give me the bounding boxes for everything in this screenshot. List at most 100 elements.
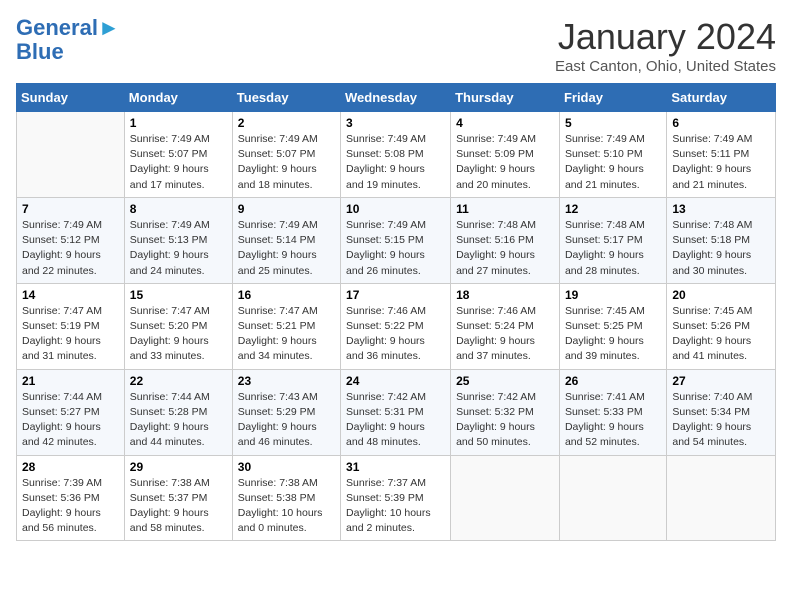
- daylight: Daylight: 9 hours and 36 minutes.: [346, 335, 425, 362]
- logo-text-blue: Blue: [16, 39, 64, 64]
- day-info: Sunrise: 7:40 AM Sunset: 5:34 PM Dayligh…: [672, 390, 770, 451]
- sunset: Sunset: 5:27 PM: [22, 406, 100, 418]
- cell-4-3: 23 Sunrise: 7:43 AM Sunset: 5:29 PM Dayl…: [232, 369, 340, 455]
- day-info: Sunrise: 7:46 AM Sunset: 5:24 PM Dayligh…: [456, 304, 554, 365]
- cell-1-5: 4 Sunrise: 7:49 AM Sunset: 5:09 PM Dayli…: [451, 112, 560, 198]
- day-number: 16: [238, 288, 335, 302]
- sunrise: Sunrise: 7:49 AM: [672, 133, 752, 145]
- sunrise: Sunrise: 7:42 AM: [346, 391, 426, 403]
- day-info: Sunrise: 7:38 AM Sunset: 5:38 PM Dayligh…: [238, 476, 335, 537]
- daylight: Daylight: 9 hours and 54 minutes.: [672, 421, 751, 448]
- daylight: Daylight: 9 hours and 19 minutes.: [346, 163, 425, 190]
- daylight: Daylight: 9 hours and 24 minutes.: [130, 249, 209, 276]
- day-number: 27: [672, 374, 770, 388]
- day-number: 21: [22, 374, 119, 388]
- col-monday: Monday: [124, 84, 232, 112]
- sunset: Sunset: 5:39 PM: [346, 492, 424, 504]
- sunset: Sunset: 5:38 PM: [238, 492, 316, 504]
- cell-2-3: 9 Sunrise: 7:49 AM Sunset: 5:14 PM Dayli…: [232, 197, 340, 283]
- sunrise: Sunrise: 7:49 AM: [238, 219, 318, 231]
- day-number: 19: [565, 288, 661, 302]
- day-info: Sunrise: 7:47 AM Sunset: 5:19 PM Dayligh…: [22, 304, 119, 365]
- sunset: Sunset: 5:11 PM: [672, 148, 749, 160]
- sunset: Sunset: 5:13 PM: [130, 234, 208, 246]
- day-number: 15: [130, 288, 227, 302]
- cell-2-2: 8 Sunrise: 7:49 AM Sunset: 5:13 PM Dayli…: [124, 197, 232, 283]
- daylight: Daylight: 9 hours and 33 minutes.: [130, 335, 209, 362]
- day-number: 28: [22, 460, 119, 474]
- day-number: 4: [456, 116, 554, 130]
- sunset: Sunset: 5:28 PM: [130, 406, 208, 418]
- day-info: Sunrise: 7:49 AM Sunset: 5:07 PM Dayligh…: [238, 132, 335, 193]
- day-info: Sunrise: 7:49 AM Sunset: 5:08 PM Dayligh…: [346, 132, 445, 193]
- sunrise: Sunrise: 7:46 AM: [346, 305, 426, 317]
- day-info: Sunrise: 7:49 AM Sunset: 5:10 PM Dayligh…: [565, 132, 661, 193]
- sunset: Sunset: 5:26 PM: [672, 320, 750, 332]
- sunset: Sunset: 5:10 PM: [565, 148, 643, 160]
- day-info: Sunrise: 7:47 AM Sunset: 5:21 PM Dayligh…: [238, 304, 335, 365]
- day-info: Sunrise: 7:42 AM Sunset: 5:31 PM Dayligh…: [346, 390, 445, 451]
- sunrise: Sunrise: 7:38 AM: [130, 477, 210, 489]
- sunset: Sunset: 5:07 PM: [238, 148, 316, 160]
- cell-1-2: 1 Sunrise: 7:49 AM Sunset: 5:07 PM Dayli…: [124, 112, 232, 198]
- day-number: 9: [238, 202, 335, 216]
- daylight: Daylight: 9 hours and 41 minutes.: [672, 335, 751, 362]
- cell-1-6: 5 Sunrise: 7:49 AM Sunset: 5:10 PM Dayli…: [559, 112, 666, 198]
- calendar-body: 1 Sunrise: 7:49 AM Sunset: 5:07 PM Dayli…: [17, 112, 776, 541]
- day-number: 29: [130, 460, 227, 474]
- day-number: 14: [22, 288, 119, 302]
- day-number: 23: [238, 374, 335, 388]
- cell-1-3: 2 Sunrise: 7:49 AM Sunset: 5:07 PM Dayli…: [232, 112, 340, 198]
- sunrise: Sunrise: 7:49 AM: [130, 219, 210, 231]
- logo-line2: Blue: [16, 40, 64, 64]
- sunset: Sunset: 5:14 PM: [238, 234, 316, 246]
- cell-2-4: 10 Sunrise: 7:49 AM Sunset: 5:15 PM Dayl…: [341, 197, 451, 283]
- daylight: Daylight: 9 hours and 42 minutes.: [22, 421, 101, 448]
- day-info: Sunrise: 7:41 AM Sunset: 5:33 PM Dayligh…: [565, 390, 661, 451]
- day-number: 20: [672, 288, 770, 302]
- daylight: Daylight: 9 hours and 31 minutes.: [22, 335, 101, 362]
- sunrise: Sunrise: 7:46 AM: [456, 305, 536, 317]
- day-number: 11: [456, 202, 554, 216]
- sunset: Sunset: 5:25 PM: [565, 320, 643, 332]
- daylight: Daylight: 10 hours and 0 minutes.: [238, 507, 323, 534]
- sunset: Sunset: 5:15 PM: [346, 234, 424, 246]
- sunrise: Sunrise: 7:43 AM: [238, 391, 318, 403]
- day-number: 6: [672, 116, 770, 130]
- day-info: Sunrise: 7:48 AM Sunset: 5:17 PM Dayligh…: [565, 218, 661, 279]
- day-info: Sunrise: 7:44 AM Sunset: 5:27 PM Dayligh…: [22, 390, 119, 451]
- logo: General► Blue: [16, 16, 120, 64]
- daylight: Daylight: 9 hours and 56 minutes.: [22, 507, 101, 534]
- daylight: Daylight: 9 hours and 37 minutes.: [456, 335, 535, 362]
- sunrise: Sunrise: 7:49 AM: [238, 133, 318, 145]
- day-number: 17: [346, 288, 445, 302]
- sunset: Sunset: 5:09 PM: [456, 148, 534, 160]
- sunset: Sunset: 5:31 PM: [346, 406, 424, 418]
- day-number: 5: [565, 116, 661, 130]
- sunrise: Sunrise: 7:38 AM: [238, 477, 318, 489]
- daylight: Daylight: 9 hours and 18 minutes.: [238, 163, 317, 190]
- week-row-3: 14 Sunrise: 7:47 AM Sunset: 5:19 PM Dayl…: [17, 283, 776, 369]
- sunset: Sunset: 5:34 PM: [672, 406, 750, 418]
- daylight: Daylight: 9 hours and 46 minutes.: [238, 421, 317, 448]
- col-thursday: Thursday: [451, 84, 560, 112]
- day-number: 10: [346, 202, 445, 216]
- day-number: 18: [456, 288, 554, 302]
- cell-2-1: 7 Sunrise: 7:49 AM Sunset: 5:12 PM Dayli…: [17, 197, 125, 283]
- sunset: Sunset: 5:12 PM: [22, 234, 100, 246]
- sunset: Sunset: 5:37 PM: [130, 492, 208, 504]
- day-info: Sunrise: 7:48 AM Sunset: 5:18 PM Dayligh…: [672, 218, 770, 279]
- day-number: 26: [565, 374, 661, 388]
- week-row-2: 7 Sunrise: 7:49 AM Sunset: 5:12 PM Dayli…: [17, 197, 776, 283]
- cell-3-4: 17 Sunrise: 7:46 AM Sunset: 5:22 PM Dayl…: [341, 283, 451, 369]
- sunrise: Sunrise: 7:49 AM: [22, 219, 102, 231]
- sunrise: Sunrise: 7:37 AM: [346, 477, 426, 489]
- cell-3-3: 16 Sunrise: 7:47 AM Sunset: 5:21 PM Dayl…: [232, 283, 340, 369]
- sunset: Sunset: 5:33 PM: [565, 406, 643, 418]
- cell-5-7: [667, 455, 776, 541]
- cell-5-4: 31 Sunrise: 7:37 AM Sunset: 5:39 PM Dayl…: [341, 455, 451, 541]
- daylight: Daylight: 9 hours and 52 minutes.: [565, 421, 644, 448]
- sunset: Sunset: 5:22 PM: [346, 320, 424, 332]
- day-info: Sunrise: 7:49 AM Sunset: 5:12 PM Dayligh…: [22, 218, 119, 279]
- sunrise: Sunrise: 7:49 AM: [346, 133, 426, 145]
